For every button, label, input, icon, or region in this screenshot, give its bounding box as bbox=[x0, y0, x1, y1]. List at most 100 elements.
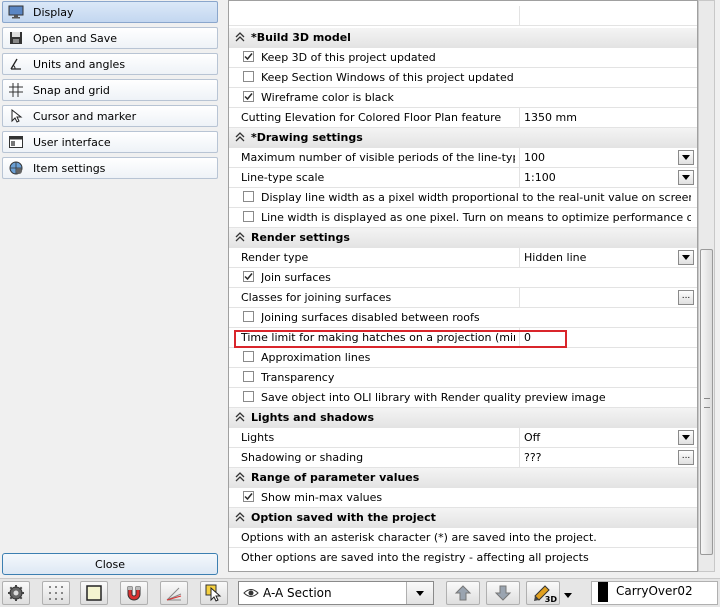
line-width-one-pixel-row[interactable]: Line width is displayed as one pixel. Tu… bbox=[229, 208, 697, 228]
wireframe-black-label: Wireframe color is black bbox=[261, 91, 394, 104]
linetype-scale-row: Line-type scale 1:100 bbox=[229, 168, 697, 188]
chevron-down-icon bbox=[564, 593, 572, 598]
nav-item-label: Item settings bbox=[33, 161, 106, 175]
line-width-proportional-checkbox[interactable] bbox=[243, 191, 254, 202]
line-width-proportional-row[interactable]: Display line width as a pixel width prop… bbox=[229, 188, 697, 208]
linetype-scale-select[interactable]: 1:100 bbox=[519, 168, 697, 187]
keep-3d-label: Keep 3D of this project updated bbox=[261, 51, 436, 64]
time-limit-field[interactable]: 0 bbox=[519, 328, 697, 347]
show-min-max-row[interactable]: Show min-max values bbox=[229, 488, 697, 508]
render-type-select[interactable]: Hidden line bbox=[519, 248, 697, 267]
frame-button[interactable] bbox=[80, 581, 108, 605]
linetype-scale-label: Line-type scale bbox=[241, 171, 325, 184]
join-surfaces-row[interactable]: Join surfaces bbox=[229, 268, 697, 288]
section-dropdown[interactable]: A-A Section bbox=[238, 581, 434, 605]
close-button[interactable]: Close bbox=[2, 553, 218, 575]
ellipsis-button[interactable]: ... bbox=[678, 290, 694, 305]
blank-row bbox=[229, 6, 697, 26]
magnet-button[interactable] bbox=[120, 581, 148, 605]
save-oli-row[interactable]: Save object into OLI library with Render… bbox=[229, 388, 697, 408]
join-surfaces-checkbox[interactable] bbox=[243, 271, 254, 282]
nav-item-label: User interface bbox=[33, 135, 111, 149]
dropdown-button[interactable] bbox=[678, 170, 694, 185]
approximation-lines-checkbox[interactable] bbox=[243, 351, 254, 362]
render-type-row: Render type Hidden line bbox=[229, 248, 697, 268]
dropdown-button[interactable] bbox=[678, 430, 694, 445]
transparency-checkbox[interactable] bbox=[243, 371, 254, 382]
nav-item-label: Display bbox=[33, 5, 74, 19]
collapse-chevron-icon[interactable] bbox=[234, 511, 246, 523]
nav-item-label: Units and angles bbox=[33, 57, 126, 71]
cutting-elevation-row: Cutting Elevation for Colored Floor Plan… bbox=[229, 108, 697, 128]
collapse-chevron-icon[interactable] bbox=[234, 411, 246, 423]
show-min-max-checkbox[interactable] bbox=[243, 491, 254, 502]
max-periods-select[interactable]: 100 bbox=[519, 148, 697, 167]
section-drawing-settings[interactable]: *Drawing settings bbox=[229, 128, 697, 148]
lights-select[interactable]: Off bbox=[519, 428, 697, 447]
classes-joining-row: Classes for joining surfaces ... bbox=[229, 288, 697, 308]
monitor-icon bbox=[7, 4, 25, 20]
3d-view-button[interactable]: 3D bbox=[526, 581, 560, 605]
section-render-settings[interactable]: Render settings bbox=[229, 228, 697, 248]
wireframe-black-row[interactable]: Wireframe color is black bbox=[229, 88, 697, 108]
select-cursor-button[interactable] bbox=[200, 581, 228, 605]
line-width-one-pixel-label: Line width is displayed as one pixel. Tu… bbox=[261, 211, 691, 224]
nav-item-user-interface[interactable]: User interface bbox=[2, 131, 218, 153]
settings-button[interactable] bbox=[2, 581, 30, 605]
keep-section-windows-row[interactable]: Keep Section Windows of this project upd… bbox=[229, 68, 697, 88]
keep-3d-row[interactable]: Keep 3D of this project updated bbox=[229, 48, 697, 68]
layer-color-swatch bbox=[598, 582, 608, 602]
angle-guide-button[interactable] bbox=[160, 581, 188, 605]
joining-roofs-row[interactable]: Joining surfaces disabled between roofs bbox=[229, 308, 697, 328]
keep-section-windows-checkbox[interactable] bbox=[243, 71, 254, 82]
keep-3d-checkbox[interactable] bbox=[243, 51, 254, 62]
nav-item-item-settings[interactable]: Item settings bbox=[2, 157, 218, 179]
dropdown-button[interactable] bbox=[678, 150, 694, 165]
chevron-down-icon bbox=[682, 255, 690, 260]
scroll-thumb[interactable] bbox=[700, 249, 713, 555]
collapse-chevron-icon[interactable] bbox=[234, 231, 246, 243]
approximation-lines-row[interactable]: Approximation lines bbox=[229, 348, 697, 368]
shadowing-label: Shadowing or shading bbox=[241, 451, 364, 464]
shadowing-row: Shadowing or shading ??? ... bbox=[229, 448, 697, 468]
grid-dots-button[interactable] bbox=[42, 581, 70, 605]
ellipsis-button[interactable]: ... bbox=[678, 450, 694, 465]
nav-item-snap-and-grid[interactable]: Snap and grid bbox=[2, 79, 218, 101]
section-lights-and-shadows[interactable]: Lights and shadows bbox=[229, 408, 697, 428]
section-dropdown-button[interactable] bbox=[406, 582, 433, 604]
3d-view-dropdown[interactable] bbox=[564, 588, 572, 601]
section-option-saved[interactable]: Option saved with the project bbox=[229, 508, 697, 528]
bottom-toolbar: A-A Section 3D CarryOver02 bbox=[0, 578, 720, 607]
eye-icon bbox=[243, 589, 259, 597]
move-down-button[interactable] bbox=[486, 581, 520, 605]
section-build-3d-model[interactable]: *Build 3D model bbox=[229, 28, 697, 48]
globe-gear-icon bbox=[7, 160, 25, 176]
vertical-scrollbar[interactable] bbox=[698, 0, 715, 572]
3d-badge: 3D bbox=[544, 595, 557, 604]
approximation-lines-label: Approximation lines bbox=[261, 351, 371, 364]
chevron-down-icon bbox=[682, 435, 690, 440]
nav-item-cursor-and-marker[interactable]: Cursor and marker bbox=[2, 105, 218, 127]
nav-item-units-and-angles[interactable]: Units and angles bbox=[2, 53, 218, 75]
collapse-chevron-icon[interactable] bbox=[234, 31, 246, 43]
classes-joining-field[interactable]: ... bbox=[519, 288, 697, 307]
collapse-chevron-icon[interactable] bbox=[234, 471, 246, 483]
cutting-elevation-field[interactable]: 1350 mm bbox=[519, 108, 697, 127]
joining-roofs-checkbox[interactable] bbox=[243, 311, 254, 322]
collapse-chevron-icon[interactable] bbox=[234, 131, 246, 143]
transparency-row[interactable]: Transparency bbox=[229, 368, 697, 388]
save-oli-checkbox[interactable] bbox=[243, 391, 254, 402]
joining-roofs-label: Joining surfaces disabled between roofs bbox=[261, 311, 480, 324]
move-up-button[interactable] bbox=[446, 581, 480, 605]
line-width-one-pixel-checkbox[interactable] bbox=[243, 211, 254, 222]
nav-item-display[interactable]: Display bbox=[2, 1, 218, 23]
section-title: Range of parameter values bbox=[251, 471, 420, 484]
info-row: Options with an asterisk character (*) a… bbox=[229, 528, 697, 548]
line-width-proportional-label: Display line width as a pixel width prop… bbox=[261, 191, 691, 204]
grid-icon bbox=[7, 82, 25, 98]
dropdown-button[interactable] bbox=[678, 250, 694, 265]
nav-item-open-and-save[interactable]: Open and Save bbox=[2, 27, 218, 49]
shadowing-field[interactable]: ??? ... bbox=[519, 448, 697, 467]
section-range-of-parameter-values[interactable]: Range of parameter values bbox=[229, 468, 697, 488]
wireframe-black-checkbox[interactable] bbox=[243, 91, 254, 102]
